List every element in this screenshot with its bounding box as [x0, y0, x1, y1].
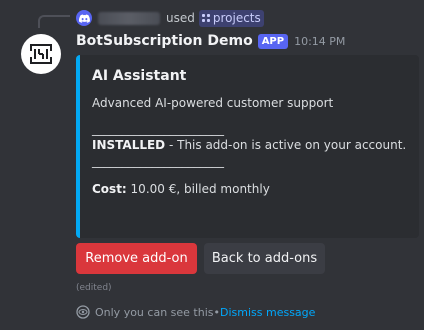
- message-header: BotSubscription Demo APP 10:14 PM: [76, 33, 345, 49]
- slash-command-mention[interactable]: projects: [198, 9, 264, 27]
- dismiss-message-link[interactable]: Dismiss message: [220, 306, 315, 319]
- action-row: Remove add-on Back to add-ons: [76, 243, 325, 274]
- edited-indicator: (edited): [76, 283, 112, 293]
- bot-avatar[interactable]: [21, 34, 61, 74]
- only-you-text: Only you can see this: [95, 305, 214, 319]
- embed-divider-bottom: ______________________: [92, 154, 224, 168]
- embed-cost-line: Cost: 10.00 €, billed monthly: [92, 181, 407, 197]
- discord-icon: [76, 10, 92, 26]
- status-text: - This add-on is active on your account.: [165, 138, 407, 152]
- embed-divider-top: ______________________: [92, 122, 224, 136]
- bot-username[interactable]: BotSubscription Demo: [76, 33, 253, 49]
- embed-description: Advanced AI-powered customer support ___…: [92, 95, 407, 197]
- addon-embed: AI Assistant Advanced AI-powered custome…: [76, 55, 419, 238]
- reply-username-redacted: [98, 11, 160, 25]
- embed-title: AI Assistant: [92, 68, 187, 84]
- reply-used-text: used: [166, 11, 195, 25]
- eye-icon: [76, 305, 90, 319]
- status-label: INSTALLED: [92, 138, 166, 152]
- slash-command-icon: [201, 14, 210, 22]
- cost-value: 10.00 €, billed monthly: [126, 182, 270, 196]
- slash-command-name: projects: [212, 11, 261, 25]
- remove-addon-button[interactable]: Remove add-on: [76, 243, 197, 274]
- message-timestamp: 10:14 PM: [294, 34, 346, 48]
- reply-context[interactable]: used projects: [76, 8, 264, 28]
- app-badge: APP: [257, 33, 289, 49]
- embed-status-line: INSTALLED - This add-on is active on you…: [92, 137, 407, 153]
- reply-connector-line: [38, 15, 70, 28]
- embed-subtitle: Advanced AI-powered customer support: [92, 96, 334, 110]
- bot-logo-icon: [30, 44, 52, 64]
- cost-label: Cost:: [92, 182, 127, 196]
- back-to-addons-button[interactable]: Back to add-ons: [204, 243, 325, 274]
- ephemeral-notice: Only you can see this • Dismiss message: [76, 305, 315, 319]
